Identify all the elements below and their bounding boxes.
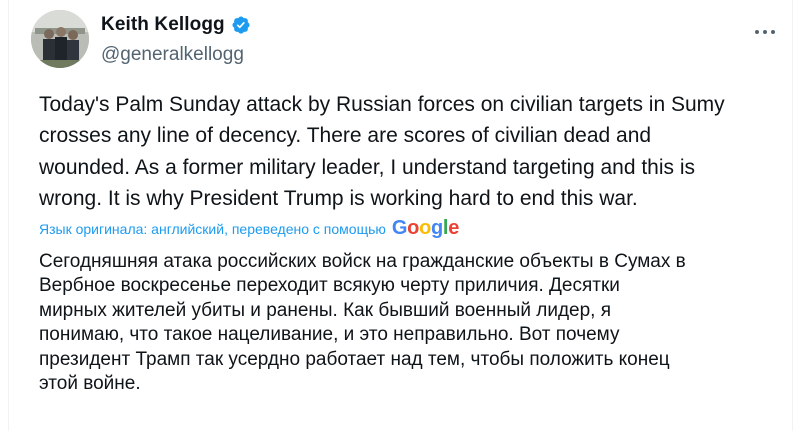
translated-text: Сегодняшняя атака российских войск на гр… xyxy=(39,251,686,395)
avatar-photo xyxy=(31,10,89,68)
translation-attribution: Язык оригинала: английский, переведено с… xyxy=(39,217,459,240)
google-logo: Google xyxy=(391,217,460,239)
avatar[interactable] xyxy=(31,10,89,68)
verified-badge-icon xyxy=(231,15,251,35)
translation-label[interactable]: Язык оригинала: английский, переведено с… xyxy=(39,221,386,237)
author-name-row[interactable]: Keith Kellogg xyxy=(101,14,251,36)
tweet-text: Today's Palm Sunday attack by Russian fo… xyxy=(39,93,725,210)
tweet-card: Keith Kellogg @generalkellogg Today's Pa… xyxy=(8,0,793,431)
more-options-icon[interactable] xyxy=(751,22,779,42)
author-name[interactable]: Keith Kellogg xyxy=(101,14,225,36)
author-handle[interactable]: @generalkellogg xyxy=(101,44,244,66)
